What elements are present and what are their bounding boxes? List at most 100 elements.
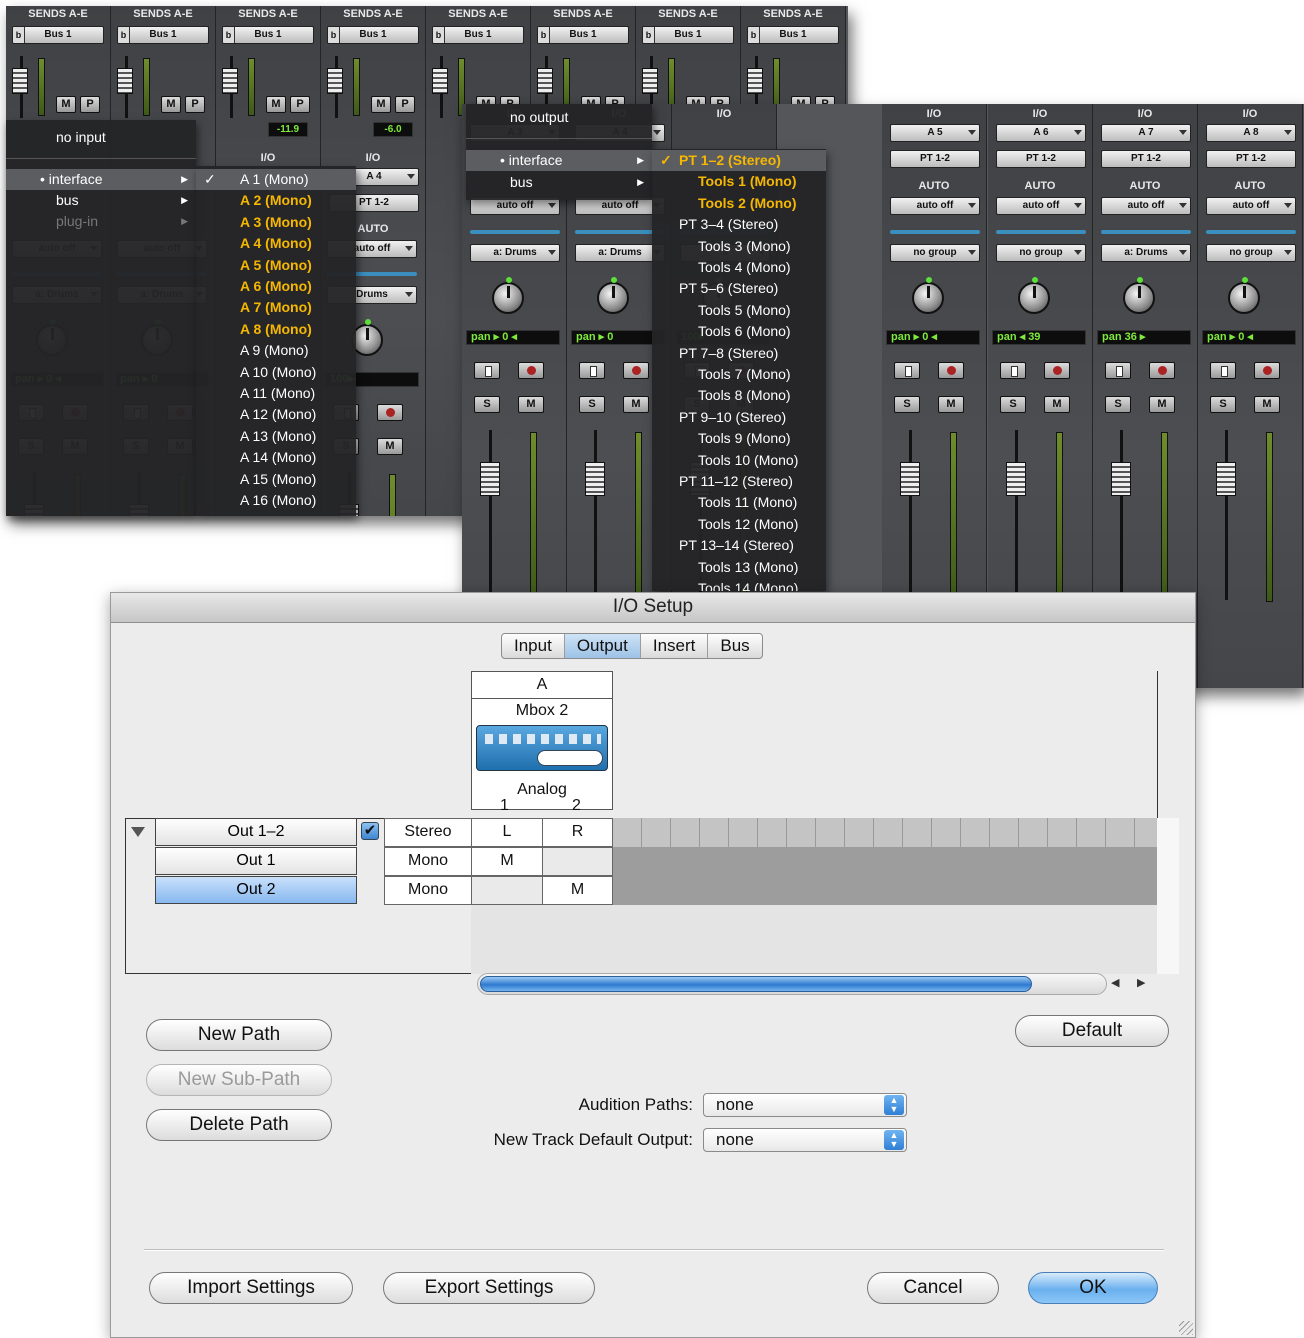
send-pre-post-button[interactable]: P [80, 96, 100, 113]
send-mute-button[interactable]: M [161, 96, 181, 113]
record-button[interactable] [1254, 362, 1280, 379]
record-button[interactable] [1149, 362, 1175, 379]
menu-item-no-output[interactable]: no output [466, 107, 652, 128]
pan-knob[interactable] [597, 277, 629, 314]
channel-cell-empty[interactable] [542, 847, 613, 876]
input-monitor-button[interactable] [1105, 362, 1131, 379]
menu-item-input-channel[interactable]: A 14 (Mono) [196, 447, 356, 468]
menu-item-input-channel[interactable]: A 2 (Mono) [196, 190, 356, 211]
send-pre-post-button[interactable]: P [290, 96, 310, 113]
send-fader-handle[interactable] [222, 68, 238, 94]
mute-button[interactable]: M [623, 396, 649, 413]
channel-cell-empty[interactable] [471, 876, 543, 905]
send-bus-selector[interactable]: b Bus 1 [222, 26, 314, 44]
menu-item-output-path[interactable]: Tools 10 (Mono) [652, 450, 826, 471]
scroll-right-arrow-icon[interactable]: ▶ [1137, 976, 1157, 992]
output-selector[interactable]: PT 1-2 [1101, 150, 1191, 168]
menu-item-input-channel[interactable]: A 9 (Mono) [196, 340, 356, 361]
menu-item-output-path[interactable]: PT 9–10 (Stereo) [652, 407, 826, 428]
menu-item-interface[interactable]: • interface ▶ [6, 169, 196, 190]
input-monitor-button[interactable] [1210, 362, 1236, 379]
send-mute-button[interactable]: M [266, 96, 286, 113]
channel-cell-r[interactable]: R [542, 818, 613, 847]
send-mute-button[interactable]: M [56, 96, 76, 113]
channel-cell-m[interactable]: M [471, 847, 543, 876]
disclosure-triangle-icon[interactable] [131, 827, 145, 837]
menu-item-output-path[interactable]: Tools 14 (Mono) [652, 578, 826, 591]
menu-item-output-path[interactable]: Tools 4 (Mono) [652, 257, 826, 278]
menu-item-output-path[interactable]: Tools 11 (Mono) [652, 492, 826, 513]
menu-item-input-channel[interactable]: A 10 (Mono) [196, 362, 356, 383]
pan-knob[interactable] [1123, 277, 1155, 314]
send-bus-selector[interactable]: b Bus 1 [12, 26, 104, 44]
automation-mode-selector[interactable]: auto off [890, 197, 980, 215]
menu-item-input-channel[interactable]: A 16 (Mono) [196, 490, 356, 511]
pan-knob[interactable] [492, 277, 524, 314]
fader-handle[interactable] [1006, 462, 1026, 496]
menu-item-input-channel[interactable]: A 5 (Mono) [196, 255, 356, 276]
automation-mode-selector[interactable]: auto off [1101, 197, 1191, 215]
solo-button[interactable]: S [474, 396, 500, 413]
send-pre-post-button[interactable]: P [185, 96, 205, 113]
pan-knob[interactable] [1018, 277, 1050, 314]
input-monitor-button[interactable] [894, 362, 920, 379]
menu-item-output-path[interactable]: ✓ PT 1–2 (Stereo) [652, 150, 826, 171]
menu-item-no-input[interactable]: no input [6, 127, 196, 148]
send-bus-selector[interactable]: b Bus 1 [642, 26, 734, 44]
solo-button[interactable]: S [1210, 396, 1236, 413]
record-button[interactable] [1044, 362, 1070, 379]
send-fader-handle[interactable] [537, 68, 553, 94]
tab-input[interactable]: Input [502, 634, 565, 658]
menu-item-input-channel[interactable]: A 12 (Mono) [196, 404, 356, 425]
group-selector[interactable]: no group [1206, 244, 1296, 262]
fader-handle[interactable] [1216, 462, 1236, 496]
mute-button[interactable]: M [377, 438, 403, 455]
menu-item-output-path[interactable]: Tools 8 (Mono) [652, 385, 826, 406]
delete-path-button[interactable]: Delete Path [146, 1109, 332, 1141]
menu-item-input-channel[interactable]: A 13 (Mono) [196, 426, 356, 447]
input-selector[interactable]: A 8 [1206, 124, 1296, 142]
menu-item-bus[interactable]: bus ▶ [6, 190, 196, 211]
record-button[interactable] [938, 362, 964, 379]
menu-item-output-path[interactable]: PT 11–12 (Stereo) [652, 471, 826, 492]
send-bus-selector[interactable]: b Bus 1 [327, 26, 419, 44]
send-bus-selector[interactable]: b Bus 1 [747, 26, 839, 44]
solo-button[interactable]: S [1000, 396, 1026, 413]
output-selector[interactable]: PT 1-2 [1206, 150, 1296, 168]
resize-grip-icon[interactable] [1179, 1321, 1193, 1335]
input-selector[interactable]: A 7 [1101, 124, 1191, 142]
path-name-out-2[interactable]: Out 2 [155, 876, 357, 904]
menu-item-input-channel[interactable]: A 7 (Mono) [196, 297, 356, 318]
path-name-out-1-2[interactable]: Out 1–2 [155, 818, 357, 846]
menu-item-input-channel[interactable]: A 6 (Mono) [196, 276, 356, 297]
menu-item-output-path[interactable]: Tools 5 (Mono) [652, 300, 826, 321]
input-selector[interactable]: A 5 [890, 124, 980, 142]
scrollbar-thumb[interactable] [480, 976, 1032, 992]
pan-knob[interactable] [1228, 277, 1260, 314]
fader-handle[interactable] [1111, 462, 1131, 496]
automation-mode-selector[interactable]: auto off [1206, 197, 1296, 215]
horizontal-scrollbar[interactable] [477, 973, 1107, 995]
ok-button[interactable]: OK [1028, 1272, 1158, 1304]
menu-item-input-channel[interactable]: A 4 (Mono) [196, 233, 356, 254]
send-bus-selector[interactable]: b Bus 1 [432, 26, 524, 44]
fader-handle[interactable] [585, 462, 605, 496]
new-track-default-output-select[interactable]: none ▲ ▼ [703, 1128, 907, 1152]
menu-item-output-path[interactable]: Tools 7 (Mono) [652, 364, 826, 385]
send-fader-handle[interactable] [12, 68, 28, 94]
pan-knob[interactable] [912, 277, 944, 314]
mute-button[interactable]: M [1044, 396, 1070, 413]
tab-bus[interactable]: Bus [708, 634, 761, 658]
menu-item-input-channel[interactable]: ✓ A 1 (Mono) [196, 169, 356, 190]
path-active-checkbox[interactable]: ✔ [361, 822, 379, 840]
send-pre-post-button[interactable]: P [395, 96, 415, 113]
group-selector[interactable]: no group [996, 244, 1086, 262]
group-selector[interactable]: a: Drums [1101, 244, 1191, 262]
menu-item-interface[interactable]: • interface ▶ [466, 150, 652, 171]
scroll-left-arrow-icon[interactable]: ◀ [1111, 976, 1131, 992]
mute-button[interactable]: M [938, 396, 964, 413]
export-settings-button[interactable]: Export Settings [383, 1272, 595, 1304]
send-fader-handle[interactable] [432, 68, 448, 94]
send-bus-selector[interactable]: b Bus 1 [537, 26, 629, 44]
fader-handle[interactable] [900, 462, 920, 496]
